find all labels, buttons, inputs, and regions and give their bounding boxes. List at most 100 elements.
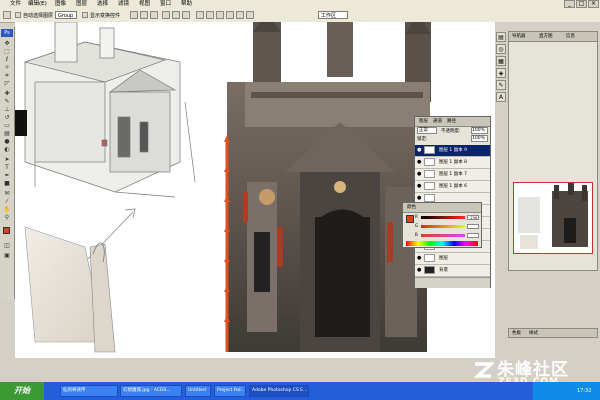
marquee-tool-icon[interactable]: ⬚: [3, 49, 11, 55]
hand-tool-icon[interactable]: ✋: [3, 207, 11, 213]
auto-select-checkbox[interactable]: [15, 12, 21, 18]
workspace-select[interactable]: 工作区: [318, 11, 348, 19]
b-slider[interactable]: [421, 234, 465, 237]
menu-select[interactable]: 选择: [97, 1, 108, 8]
r-slider[interactable]: [421, 216, 465, 219]
taskbar-item[interactable]: Project Poli...: [214, 385, 246, 397]
blur-tool-icon[interactable]: ●: [3, 139, 11, 145]
healing-brush-icon[interactable]: ✚: [3, 91, 11, 97]
eye-icon[interactable]: ●: [417, 184, 421, 189]
menu-layer[interactable]: 图层: [76, 1, 87, 8]
move-tool-icon[interactable]: ✥: [3, 41, 11, 47]
b-value[interactable]: [467, 233, 479, 238]
menu-image[interactable]: 图像: [55, 1, 66, 8]
fill-field[interactable]: 100%: [471, 135, 488, 142]
dock-button-3-icon[interactable]: ▦: [496, 56, 506, 66]
layer-row[interactable]: ● 背景: [415, 265, 490, 277]
eye-icon[interactable]: ●: [417, 160, 421, 165]
layer-row[interactable]: ● 图层 1 副本 7: [415, 169, 490, 181]
maximize-button[interactable]: □: [576, 0, 587, 8]
distribute-3-icon[interactable]: [216, 11, 224, 19]
path-selection-icon[interactable]: ➤: [3, 157, 11, 163]
tab-layers[interactable]: 图层: [419, 118, 428, 125]
align-right-icon[interactable]: [182, 11, 190, 19]
layer-row[interactable]: ● 图层 1 副本 6: [415, 181, 490, 193]
gradient-tool-icon[interactable]: ▤: [3, 131, 11, 137]
tab-paths[interactable]: 路径: [447, 118, 456, 125]
eye-icon[interactable]: ●: [417, 172, 421, 177]
menu-file[interactable]: 文件: [10, 1, 21, 8]
distribute-2-icon[interactable]: [206, 11, 214, 19]
pen-tool-icon[interactable]: ✒: [3, 173, 11, 179]
distribute-1-icon[interactable]: [196, 11, 204, 19]
align-bottom-icon[interactable]: [150, 11, 158, 19]
tab-color[interactable]: 颜色: [407, 204, 416, 211]
tab-channels[interactable]: 通道: [433, 118, 442, 125]
type-tool-icon[interactable]: T: [3, 165, 11, 171]
menu-view[interactable]: 视图: [139, 1, 150, 8]
move-tool-icon[interactable]: [3, 11, 11, 19]
close-button[interactable]: ×: [588, 0, 599, 8]
magic-wand-icon[interactable]: ✧: [3, 65, 11, 71]
align-center-icon[interactable]: [172, 11, 180, 19]
taskbar-item[interactable]: 仙剑奇侠传: [60, 385, 118, 397]
menu-help[interactable]: 帮助: [181, 1, 192, 8]
minimize-button[interactable]: _: [564, 0, 575, 8]
history-brush-icon[interactable]: ↺: [3, 115, 11, 121]
distribute-6-icon[interactable]: [246, 11, 254, 19]
eye-icon[interactable]: ●: [417, 256, 421, 261]
tab-styles[interactable]: 样式: [529, 330, 538, 336]
taskbar-item[interactable]: Untitled: [185, 385, 211, 397]
screen-mode-icon[interactable]: ▣: [3, 253, 11, 259]
dock-button-2-icon[interactable]: ◎: [496, 44, 506, 54]
group-select[interactable]: Group: [55, 11, 77, 19]
r-value[interactable]: 236: [467, 215, 479, 220]
brush-tool-icon[interactable]: ✎: [3, 99, 11, 105]
clone-stamp-icon[interactable]: ⊥: [3, 107, 11, 113]
eraser-tool-icon[interactable]: ▭: [3, 123, 11, 129]
eye-icon[interactable]: ●: [417, 148, 421, 153]
show-transform-checkbox[interactable]: [82, 12, 88, 18]
eyedropper-icon[interactable]: ⁄: [3, 199, 11, 205]
tab-swatches[interactable]: 色板: [512, 330, 521, 336]
start-button[interactable]: 开始: [0, 382, 44, 400]
tab-histogram[interactable]: 直方图: [539, 33, 553, 40]
g-slider[interactable]: [421, 225, 465, 228]
crop-tool-icon[interactable]: ⌗: [3, 73, 11, 79]
zoom-tool-icon[interactable]: ⚲: [3, 215, 11, 221]
color-spectrum-bar[interactable]: [406, 241, 478, 246]
align-middle-icon[interactable]: [140, 11, 148, 19]
dock-button-5-icon[interactable]: ✎: [496, 80, 506, 90]
notes-tool-icon[interactable]: ✉: [3, 191, 11, 197]
distribute-5-icon[interactable]: [236, 11, 244, 19]
dock-button-6-icon[interactable]: A: [496, 92, 506, 102]
taskbar-item[interactable]: 幻想魔城.jpg - ACDS...: [120, 385, 182, 397]
dodge-tool-icon[interactable]: ◐: [3, 147, 11, 153]
eye-icon[interactable]: ●: [417, 196, 421, 201]
dock-button-4-icon[interactable]: ◈: [496, 68, 506, 78]
layer-row[interactable]: ● 图层 1 副本 9: [415, 145, 490, 157]
lasso-tool-icon[interactable]: ℓ: [3, 57, 11, 63]
eye-icon[interactable]: ●: [417, 268, 421, 273]
opacity-field[interactable]: 100%: [471, 127, 488, 134]
slice-tool-icon[interactable]: ◸: [3, 81, 11, 87]
color-foreground-swatch[interactable]: [406, 215, 414, 223]
dock-button-1-icon[interactable]: ▤: [496, 32, 506, 42]
tab-info[interactable]: 信息: [566, 33, 575, 40]
navigator-preview[interactable]: [513, 182, 593, 254]
g-value[interactable]: [467, 224, 479, 229]
distribute-4-icon[interactable]: [226, 11, 234, 19]
menu-edit[interactable]: 编辑(E): [28, 1, 47, 8]
layer-row[interactable]: ● 图层: [415, 253, 490, 265]
foreground-color-swatch[interactable]: [3, 227, 10, 234]
align-left-icon[interactable]: [162, 11, 170, 19]
tab-navigator[interactable]: 导航器: [512, 33, 526, 40]
menu-filter[interactable]: 滤镜: [118, 1, 129, 8]
menu-window[interactable]: 窗口: [160, 1, 171, 8]
layer-row[interactable]: ● 图层 1 副本 8: [415, 157, 490, 169]
align-top-icon[interactable]: [130, 11, 138, 19]
shape-tool-icon[interactable]: ■: [3, 181, 11, 187]
taskbar-item[interactable]: Adobe Photoshop CS E...: [249, 385, 309, 397]
quick-mask-icon[interactable]: ◫: [3, 243, 11, 249]
blend-mode-select[interactable]: 正常: [417, 127, 437, 134]
